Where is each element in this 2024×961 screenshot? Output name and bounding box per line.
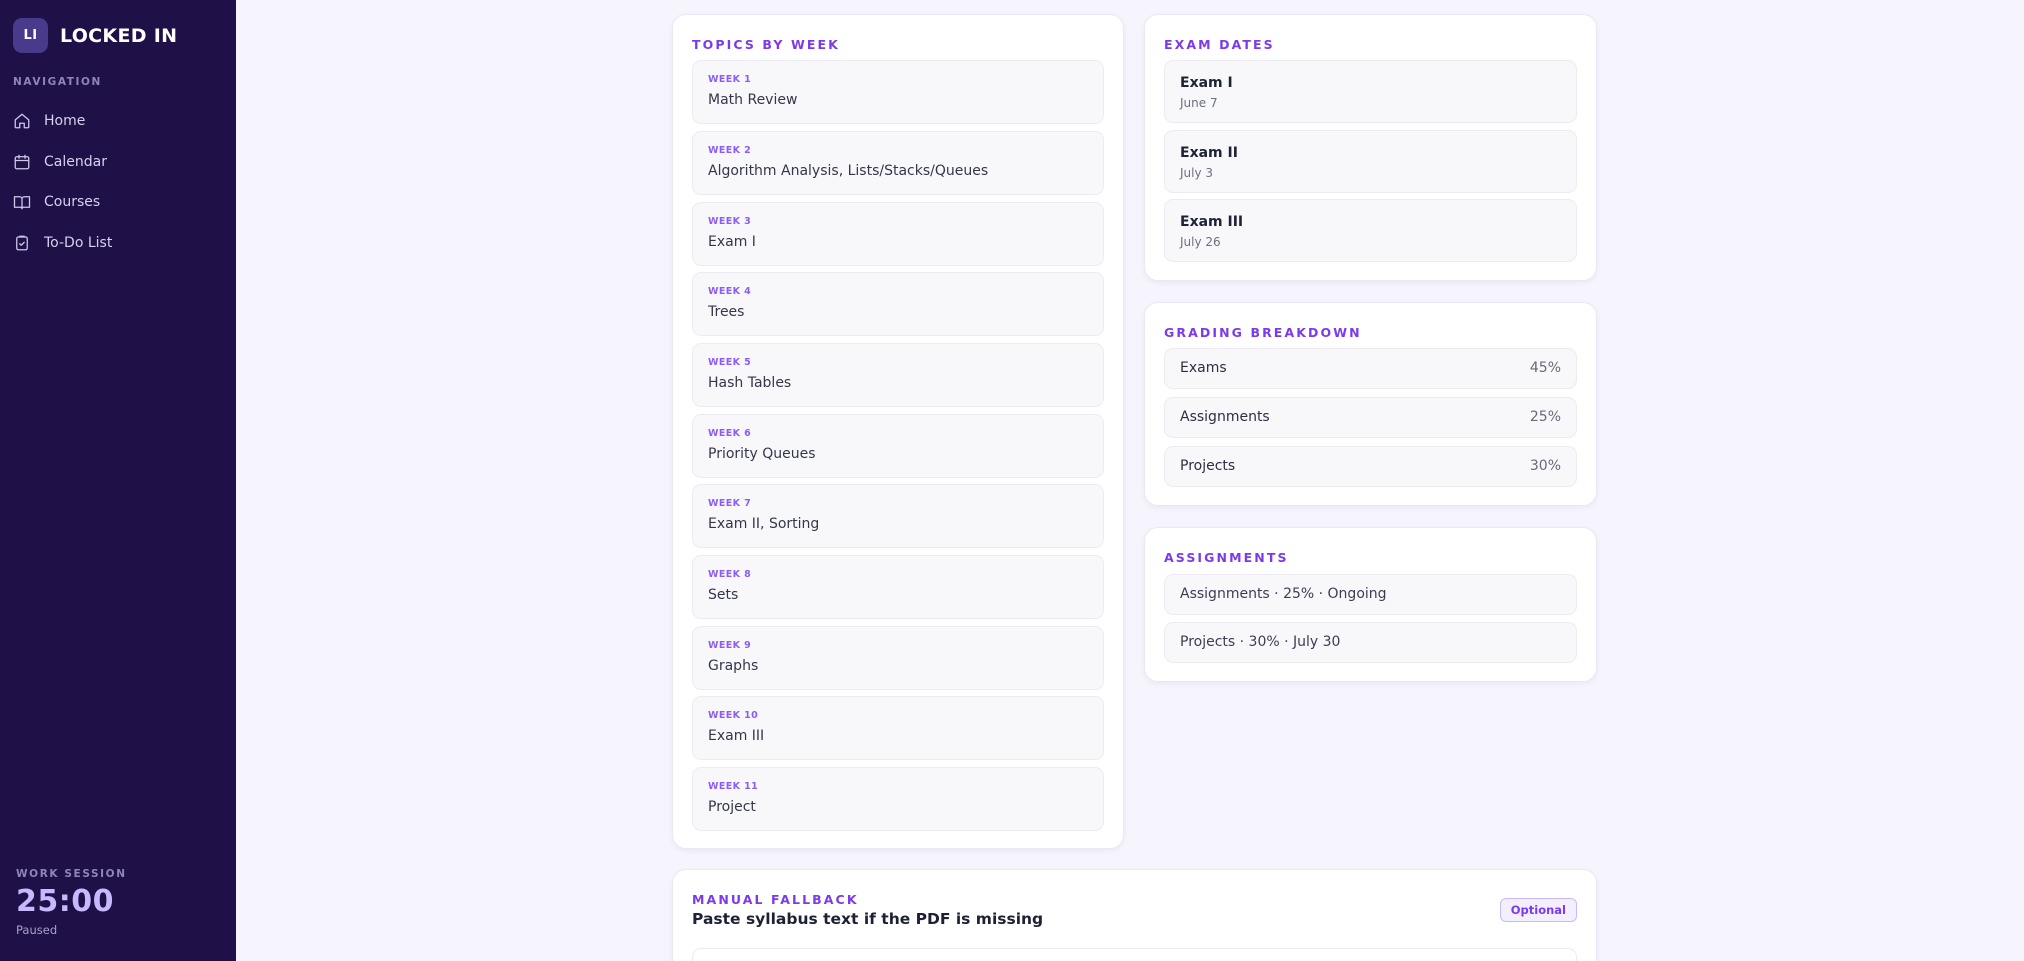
- week-label: WEEK 4: [708, 286, 752, 297]
- week-topic: Hash Tables: [708, 375, 792, 391]
- book-icon: [13, 196, 31, 210]
- nav-heading: NAVIGATION: [13, 76, 102, 88]
- week-topic: Trees: [708, 304, 745, 320]
- session-timer[interactable]: 25:00: [16, 884, 127, 919]
- week-label: WEEK 9: [708, 640, 752, 651]
- exam-dates-card: EXAM DATES Exam I June 7 Exam II July 3 …: [1144, 14, 1597, 281]
- grade-row: Exams 45%: [1164, 348, 1577, 389]
- week-label: WEEK 11: [708, 781, 759, 792]
- week-item: WEEK 6 Priority Queues: [692, 414, 1104, 478]
- fallback-title: MANUAL FALLBACK: [692, 892, 859, 907]
- assignment-item: Projects · 30% · July 30: [1164, 622, 1577, 663]
- grading-card: GRADING BREAKDOWN Exams 45% Assignments …: [1144, 302, 1597, 506]
- exam-name: Exam III: [1180, 214, 1244, 230]
- topics-card: TOPICS BY WEEK WEEK 1 Math Review WEEK 2…: [672, 14, 1124, 849]
- week-item: WEEK 2 Algorithm Analysis, Lists/Stacks/…: [692, 131, 1104, 195]
- week-label: WEEK 8: [708, 569, 752, 580]
- week-label: WEEK 7: [708, 498, 752, 509]
- week-item: WEEK 4 Trees: [692, 272, 1104, 336]
- sidebar-item-label: Home: [44, 113, 86, 130]
- grade-name: Exams: [1180, 360, 1227, 376]
- week-label: WEEK 3: [708, 216, 752, 227]
- calendar-icon: [14, 154, 30, 170]
- week-topic: Algorithm Analysis, Lists/Stacks/Queues: [708, 163, 989, 179]
- week-item: WEEK 7 Exam II, Sorting: [692, 484, 1104, 548]
- brand[interactable]: LI LOCKED IN: [13, 18, 177, 53]
- sidebar-item-label: Courses: [44, 194, 101, 211]
- sidebar-nav: Home Calendar Courses To-Do List: [13, 101, 223, 263]
- assignments-card: ASSIGNMENTS Assignments · 25% · Ongoing …: [1144, 527, 1597, 682]
- week-label: WEEK 2: [708, 145, 752, 156]
- week-item: WEEK 10 Exam III: [692, 696, 1104, 760]
- exam-item: Exam I June 7: [1164, 60, 1577, 123]
- week-item: WEEK 3 Exam I: [692, 202, 1104, 266]
- sidebar-item-todo[interactable]: To-Do List: [13, 223, 223, 264]
- exam-dates-title: EXAM DATES: [1164, 37, 1275, 52]
- exam-item: Exam II July 3: [1164, 130, 1577, 193]
- sidebar-item-label: Calendar: [44, 153, 107, 170]
- grade-name: Assignments: [1180, 409, 1270, 425]
- week-label: WEEK 5: [708, 357, 752, 368]
- exam-date: July 26: [1180, 235, 1221, 249]
- week-item: WEEK 9 Graphs: [692, 626, 1104, 690]
- grade-value: 45%: [1529, 360, 1561, 376]
- syllabus-textarea[interactable]: [692, 948, 1577, 961]
- week-item: WEEK 1 Math Review: [692, 60, 1104, 124]
- session-label: WORK SESSION: [16, 868, 127, 880]
- week-item: WEEK 5 Hash Tables: [692, 343, 1104, 407]
- week-label: WEEK 1: [708, 74, 752, 85]
- grade-value: 25%: [1529, 409, 1561, 425]
- week-topic: Exam III: [708, 728, 765, 744]
- sidebar-item-calendar[interactable]: Calendar: [13, 142, 223, 183]
- brand-logo: LI: [13, 18, 48, 53]
- week-label: WEEK 6: [708, 428, 752, 439]
- session-status: Paused: [16, 923, 58, 937]
- manual-fallback-card: MANUAL FALLBACK Paste syllabus text if t…: [672, 869, 1597, 961]
- sidebar: LI LOCKED IN NAVIGATION Home Calendar Co…: [0, 0, 236, 961]
- assignment-item: Assignments · 25% · Ongoing: [1164, 574, 1577, 615]
- brand-name: LOCKED IN: [60, 24, 178, 47]
- week-topic: Exam II, Sorting: [708, 516, 820, 532]
- week-topic: Math Review: [708, 92, 798, 108]
- home-icon: [14, 113, 30, 129]
- grade-row: Projects 30%: [1164, 446, 1577, 487]
- sidebar-item-label: To-Do List: [44, 234, 113, 251]
- week-topic: Exam I: [708, 234, 756, 250]
- week-topic: Project: [708, 799, 756, 815]
- exam-date: June 7: [1180, 96, 1218, 110]
- assignments-title: ASSIGNMENTS: [1164, 550, 1289, 565]
- grade-name: Projects: [1180, 458, 1236, 474]
- week-item: WEEK 8 Sets: [692, 555, 1104, 619]
- assignment-text: Projects · 30% · July 30: [1180, 634, 1341, 650]
- week-item: WEEK 11 Project: [692, 767, 1104, 831]
- assignment-text: Assignments · 25% · Ongoing: [1180, 586, 1387, 602]
- exam-date: July 3: [1180, 166, 1214, 180]
- week-topic: Graphs: [708, 658, 759, 674]
- exam-item: Exam III July 26: [1164, 199, 1577, 262]
- work-session: WORK SESSION 25:00 Paused: [16, 868, 127, 937]
- grade-row: Assignments 25%: [1164, 397, 1577, 438]
- week-label: WEEK 10: [708, 710, 759, 721]
- exam-name: Exam I: [1180, 75, 1233, 91]
- optional-badge: Optional: [1499, 898, 1577, 922]
- grading-title: GRADING BREAKDOWN: [1164, 325, 1362, 340]
- week-topic: Sets: [708, 587, 739, 603]
- week-topic: Priority Queues: [708, 446, 816, 462]
- sidebar-item-courses[interactable]: Courses: [13, 182, 223, 223]
- topics-title: TOPICS BY WEEK: [692, 37, 840, 52]
- fallback-subtitle: Paste syllabus text if the PDF is missin…: [692, 910, 1044, 928]
- clipboard-check-icon: [16, 235, 28, 251]
- sidebar-item-home[interactable]: Home: [13, 101, 223, 142]
- exam-name: Exam II: [1180, 145, 1238, 161]
- grade-value: 30%: [1529, 458, 1561, 474]
